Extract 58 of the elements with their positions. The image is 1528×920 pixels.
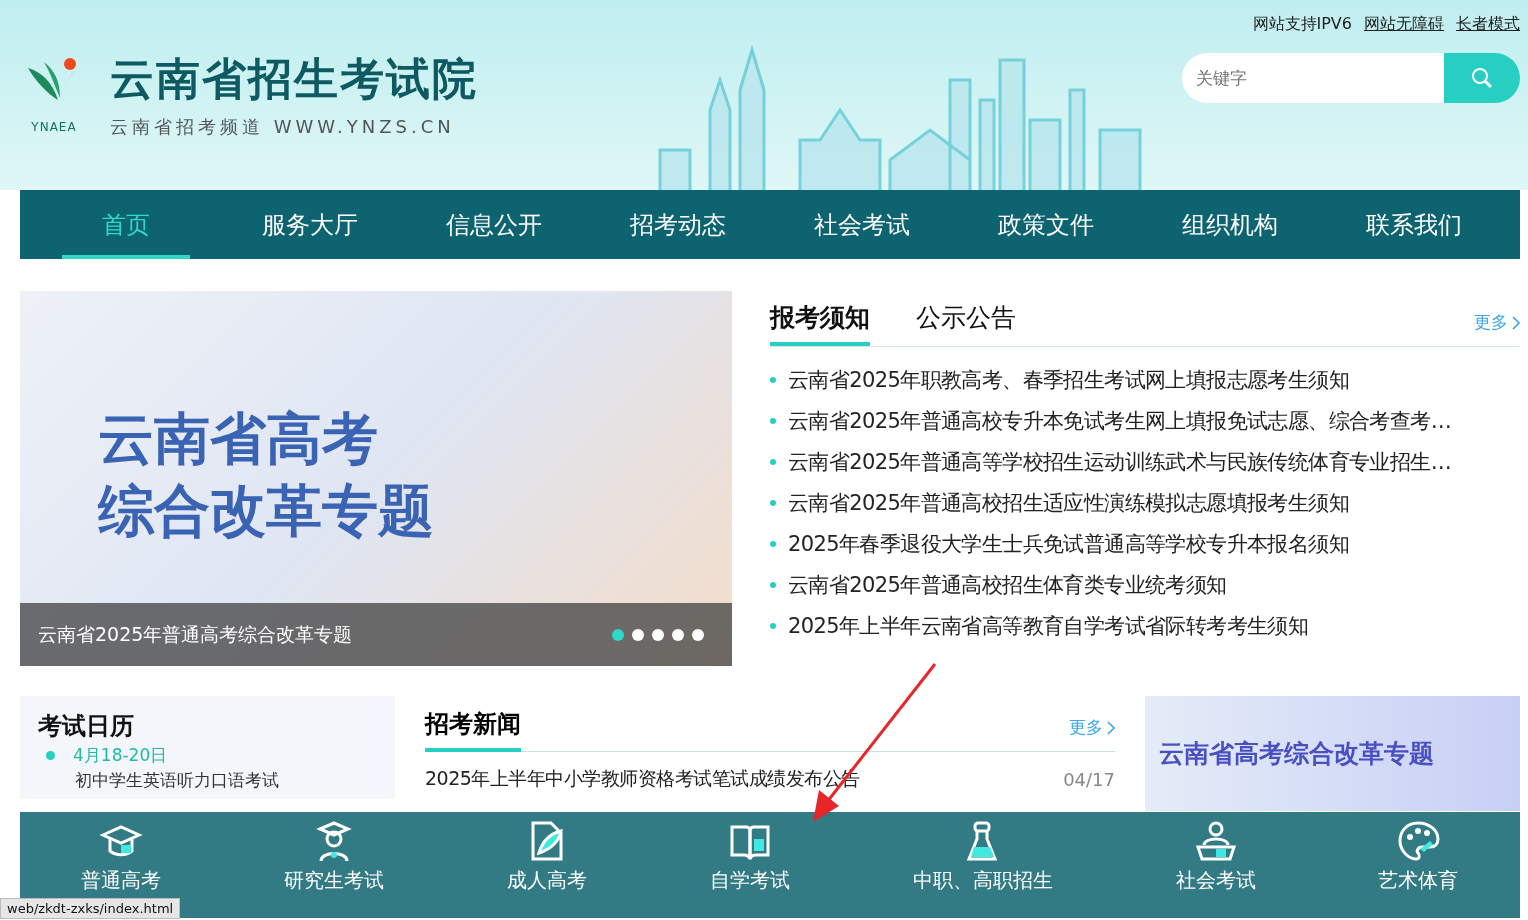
top-link[interactable]: 网站支持IPV6	[1252, 14, 1352, 35]
nav-item[interactable]: 社会考试	[770, 190, 954, 259]
notice-link[interactable]: 云南省2025年普通高等学校招生运动训练武术与民族传统体育专业招生…	[788, 447, 1452, 476]
bullet-icon	[770, 376, 776, 383]
quick-link[interactable]: 自学考试	[699, 812, 800, 918]
carousel-dot[interactable]	[672, 628, 684, 641]
banner-title: 云南省高考 综合改革专题	[98, 405, 434, 545]
logo-text: YNAEA	[31, 119, 77, 134]
site-title: 云南省招生考试院	[110, 52, 478, 106]
notice-tab[interactable]: 公示公告	[916, 301, 1016, 346]
site-subtitle: 云南省招考频道 WWW.YNZS.CN	[110, 115, 456, 139]
notice-tab[interactable]: 报考须知	[770, 301, 870, 346]
bullet-icon	[770, 458, 776, 465]
notice-link[interactable]: 云南省2025年普通高校招生适应性演练模拟志愿填报考生须知	[788, 488, 1350, 517]
palette-icon	[1396, 819, 1441, 863]
quick-link[interactable]: 成人高考	[497, 812, 598, 918]
search-icon	[1470, 66, 1494, 90]
calendar-date: 4月18-20日	[73, 744, 168, 767]
bullet-icon	[770, 581, 776, 588]
bullet-icon	[770, 622, 776, 629]
carousel-dot[interactable]	[632, 628, 644, 641]
nav-item[interactable]: 首页	[62, 190, 190, 259]
calendar-event[interactable]: 初中学生英语听力口语考试	[38, 769, 377, 792]
carousel-dot[interactable]	[612, 628, 624, 641]
top-link[interactable]: 网站无障碍	[1364, 14, 1444, 35]
calendar-title: 考试日历	[38, 711, 135, 742]
bullet-icon	[770, 540, 776, 547]
carousel-banner[interactable]: 云南省高考 综合改革专题 云南省2025年普通高考综合改革专题	[20, 291, 732, 666]
quick-link[interactable]: 中职、高职招生	[902, 812, 1063, 918]
search-field[interactable]: 关键字	[1182, 53, 1444, 103]
nav-item[interactable]: 服务大厅	[218, 190, 402, 259]
carousel-caption: 云南省2025年普通高考综合改革专题	[38, 621, 353, 647]
desk-icon	[1193, 819, 1238, 863]
carousel-dot[interactable]	[652, 628, 664, 641]
bullet-icon	[770, 417, 776, 424]
quick-link[interactable]: 研究生考试	[274, 812, 395, 918]
notice-link[interactable]: 云南省2025年普通高校招生体育类专业统考须知	[788, 570, 1227, 599]
nav-item[interactable]: 招考动态	[586, 190, 770, 259]
chevron-right-icon	[1107, 720, 1115, 735]
notice-link[interactable]: 2025年春季退役大学生士兵免试普通高等学校专升本报名须知	[788, 529, 1350, 558]
notice-link[interactable]: 2025年上半年云南省高等教育自学考试省际转考考生须知	[788, 611, 1309, 640]
side-banner[interactable]: 云南省高考综合改革专题	[1145, 696, 1520, 811]
nav-item[interactable]: 政策文件	[954, 190, 1138, 259]
notice-link[interactable]: 云南省2025年职教高考、春季招生考试网上填报志愿考生须知	[788, 365, 1350, 394]
notice-link[interactable]: 云南省2025年普通高校专升本免试考生网上填报免试志愿、综合考查考…	[788, 406, 1452, 435]
nav-item[interactable]: 组织机构	[1138, 190, 1322, 259]
quick-link[interactable]: 社会考试	[1165, 812, 1266, 918]
bullet-icon	[46, 751, 55, 760]
url-tooltip: web/zkdt-zxks/index.html	[0, 898, 181, 919]
bullet-icon	[770, 499, 776, 506]
news-date: 04/17	[1063, 768, 1115, 790]
carousel-dot[interactable]	[692, 628, 704, 641]
nav-item[interactable]: 信息公开	[402, 190, 586, 259]
chevron-right-icon	[1512, 315, 1520, 330]
news-title: 招考新闻	[425, 708, 521, 752]
top-link[interactable]: 长者模式	[1456, 14, 1520, 35]
quick-link[interactable]: 艺术体育	[1368, 812, 1469, 918]
nav-item[interactable]: 联系我们	[1322, 190, 1506, 259]
